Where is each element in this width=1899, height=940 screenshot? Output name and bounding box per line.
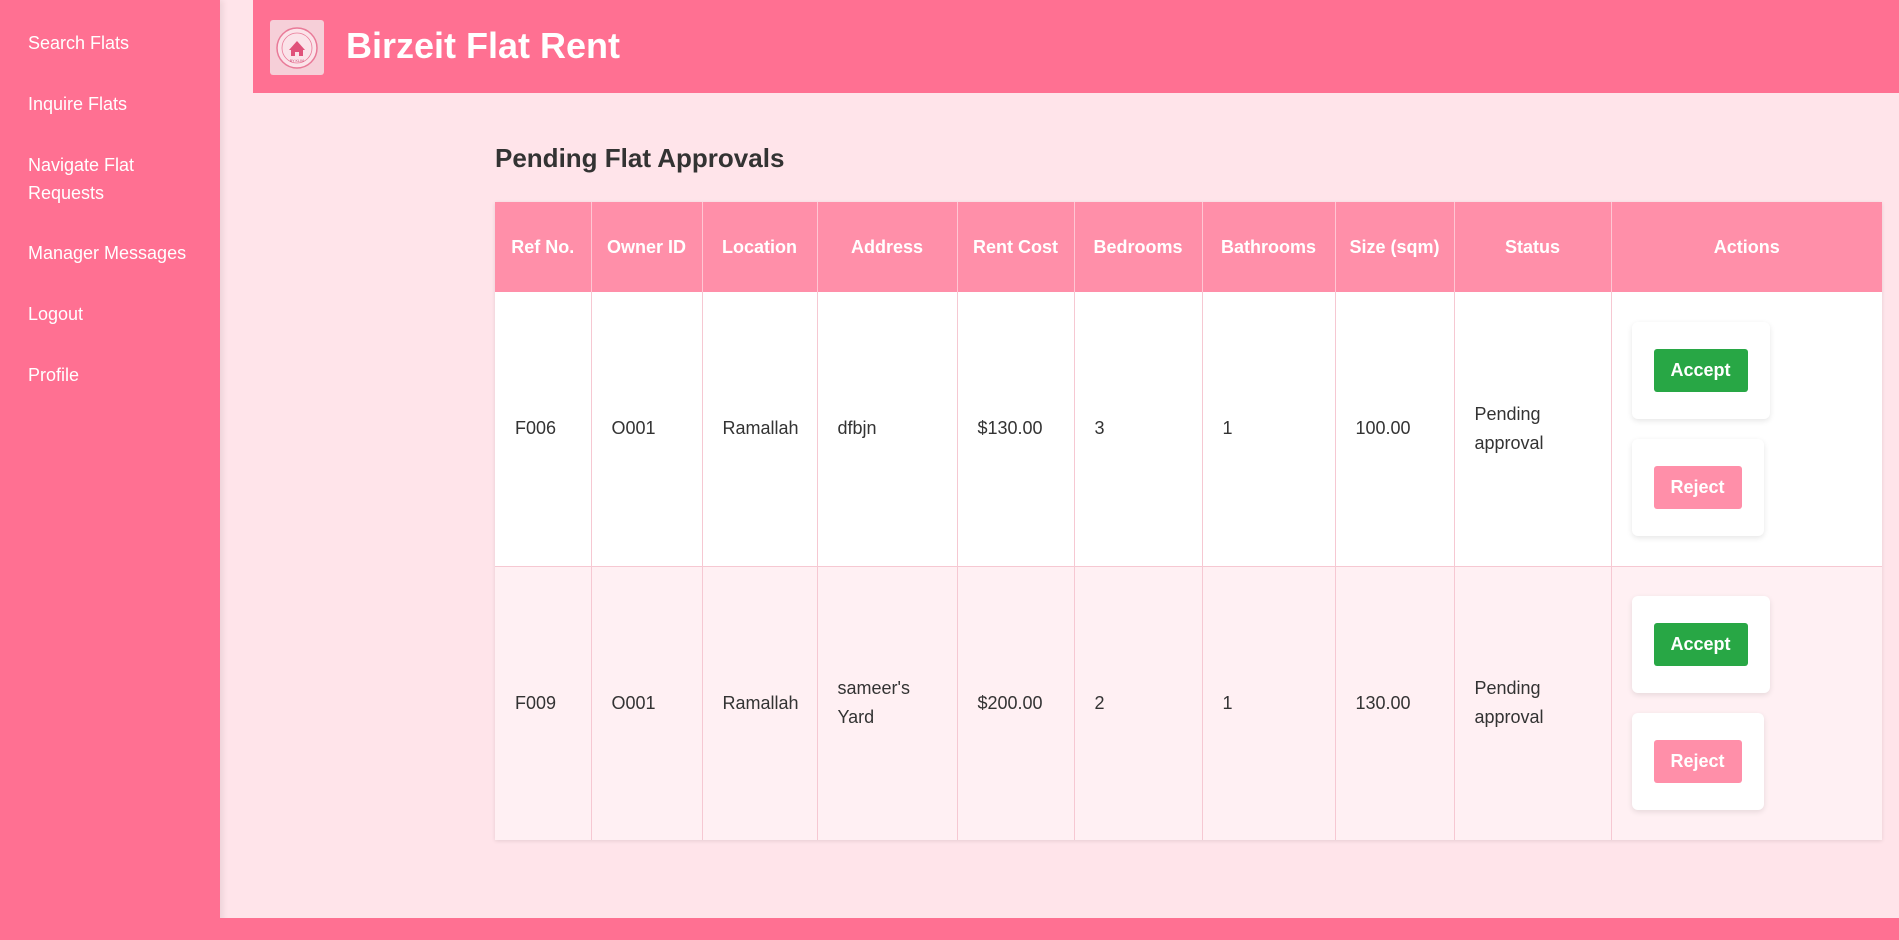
cell-address: sameer's Yard bbox=[817, 566, 958, 840]
reject-button[interactable]: Reject bbox=[1653, 465, 1742, 509]
column-header-bathrooms[interactable]: Bathrooms bbox=[1202, 202, 1336, 292]
column-header-bedrooms[interactable]: Bedrooms bbox=[1074, 202, 1203, 292]
cell-rent-cost: $130.00 bbox=[957, 292, 1075, 567]
approvals-table-wrapper: Ref No. Owner ID Location Address Rent C… bbox=[495, 202, 1882, 840]
cell-location: Ramallah bbox=[702, 566, 818, 840]
reject-form: Reject bbox=[1631, 713, 1764, 811]
sidebar-link-profile[interactable]: Profile bbox=[28, 361, 213, 389]
cell-bedrooms: 2 bbox=[1074, 566, 1203, 840]
sidebar-item-inquire-flats[interactable]: Inquire Flats bbox=[28, 90, 213, 118]
cell-actions: Accept Reject bbox=[1611, 292, 1882, 567]
accept-form: Accept bbox=[1631, 321, 1770, 419]
sidebar-item-profile[interactable]: Profile bbox=[28, 361, 213, 389]
site-footer bbox=[220, 918, 1899, 940]
column-header-ref-no[interactable]: Ref No. bbox=[495, 202, 592, 292]
cell-owner-id: O001 bbox=[591, 566, 703, 840]
column-header-rent-cost[interactable]: Rent Cost bbox=[957, 202, 1075, 292]
sidebar-item-navigate-flat-requests[interactable]: Navigate Flat Requests bbox=[28, 151, 153, 207]
sidebar-item-search-flats[interactable]: Search Flats bbox=[28, 29, 213, 57]
sidebar-link-manager-messages[interactable]: Manager Messages bbox=[28, 239, 213, 267]
table-row: F009 O001 Ramallah sameer's Yard $200.00… bbox=[495, 566, 1882, 840]
cell-ref-no: F009 bbox=[495, 566, 592, 840]
column-header-size[interactable]: Size (sqm) bbox=[1335, 202, 1455, 292]
svg-text:BY KLIVI: BY KLIVI bbox=[290, 59, 305, 63]
accept-button[interactable]: Accept bbox=[1653, 623, 1748, 667]
column-header-owner-id[interactable]: Owner ID bbox=[591, 202, 703, 292]
sidebar-link-inquire-flats[interactable]: Inquire Flats bbox=[28, 90, 213, 118]
site-logo[interactable]: BY KLIVI bbox=[270, 20, 324, 75]
column-header-address[interactable]: Address bbox=[817, 202, 958, 292]
cell-actions: Accept Reject bbox=[1611, 566, 1882, 840]
cell-rent-cost: $200.00 bbox=[957, 566, 1075, 840]
logo-seal-icon: BY KLIVI bbox=[276, 26, 318, 69]
sidebar-item-logout[interactable]: Logout bbox=[28, 300, 213, 328]
cell-size: 130.00 bbox=[1335, 566, 1455, 840]
column-header-actions[interactable]: Actions bbox=[1611, 202, 1882, 292]
cell-size: 100.00 bbox=[1335, 292, 1455, 567]
sidebar-link-navigate-flat-requests[interactable]: Navigate Flat Requests bbox=[28, 151, 153, 207]
sidebar-item-manager-messages[interactable]: Manager Messages bbox=[28, 239, 213, 267]
site-title: Birzeit Flat Rent bbox=[346, 25, 621, 66]
cell-status: Pending approval bbox=[1454, 566, 1612, 840]
cell-bathrooms: 1 bbox=[1202, 566, 1336, 840]
cell-ref-no: F006 bbox=[495, 292, 592, 567]
accept-form: Accept bbox=[1631, 596, 1770, 694]
table-row: F006 O001 Ramallah dfbjn $130.00 3 1 100… bbox=[495, 292, 1882, 567]
cell-bedrooms: 3 bbox=[1074, 292, 1203, 567]
sidebar-link-search-flats[interactable]: Search Flats bbox=[28, 29, 213, 57]
accept-button[interactable]: Accept bbox=[1653, 348, 1748, 392]
sidebar-link-logout[interactable]: Logout bbox=[28, 300, 213, 328]
cell-location: Ramallah bbox=[702, 292, 818, 567]
column-header-status[interactable]: Status bbox=[1454, 202, 1612, 292]
table-header-row: Ref No. Owner ID Location Address Rent C… bbox=[495, 202, 1882, 292]
cell-status: Pending approval bbox=[1454, 292, 1612, 567]
reject-button[interactable]: Reject bbox=[1653, 740, 1742, 784]
page-title: Pending Flat Approvals bbox=[495, 143, 785, 173]
site-header: BY KLIVI Birzeit Flat Rent bbox=[253, 0, 1899, 93]
reject-form: Reject bbox=[1631, 438, 1764, 536]
sidebar: Search Flats Inquire Flats Navigate Flat… bbox=[0, 0, 220, 940]
cell-address: dfbjn bbox=[817, 292, 958, 567]
approvals-table: Ref No. Owner ID Location Address Rent C… bbox=[495, 202, 1882, 840]
column-header-location[interactable]: Location bbox=[702, 202, 818, 292]
cell-owner-id: O001 bbox=[591, 292, 703, 567]
cell-bathrooms: 1 bbox=[1202, 292, 1336, 567]
